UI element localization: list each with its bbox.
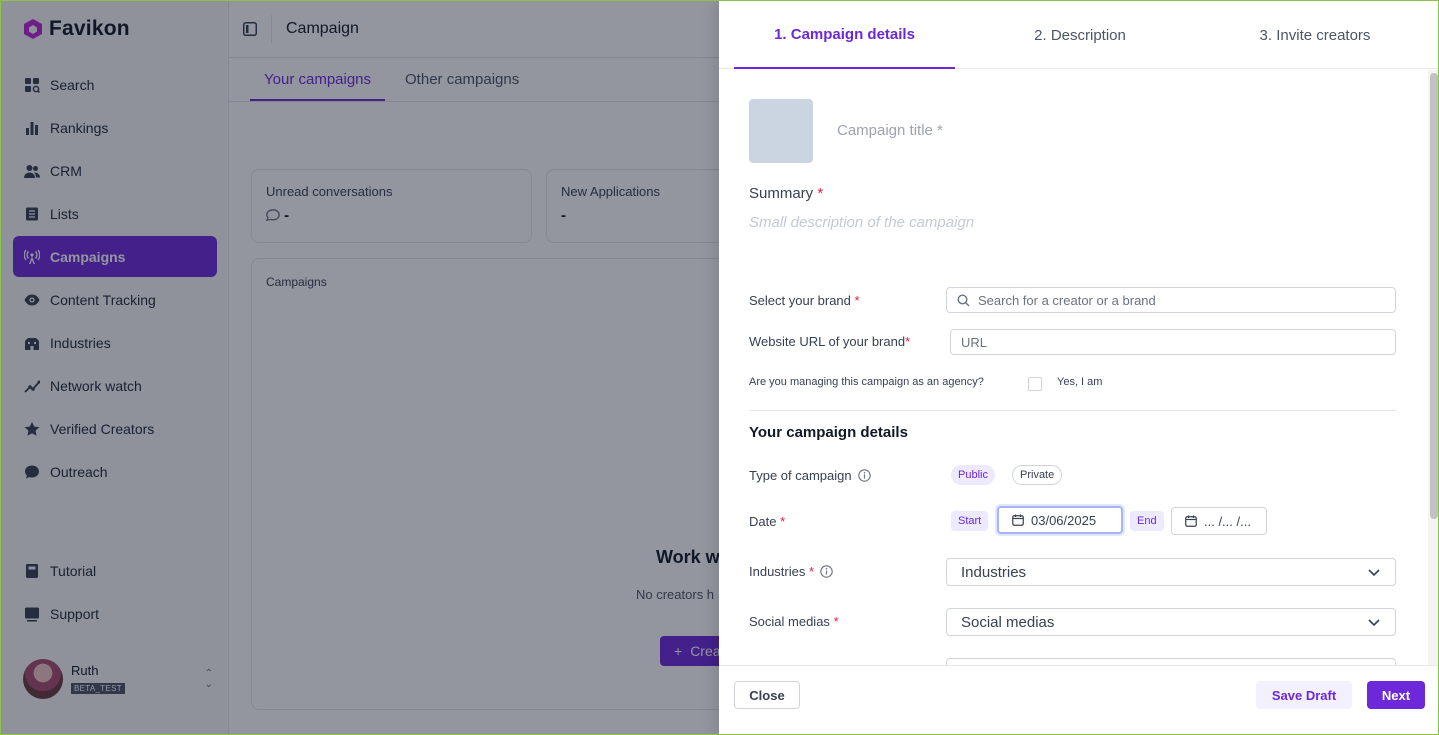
type-label: Type of campaign (749, 468, 871, 483)
app-window: Favikon Search Rankings CRM Lists Campai… (0, 0, 1439, 735)
section-title: Your campaign details (749, 424, 908, 441)
social-medias-select[interactable]: Social medias (946, 608, 1396, 636)
campaign-type-private[interactable]: Private (1012, 465, 1063, 485)
scrollbar-thumb[interactable] (1430, 73, 1438, 519)
search-icon (957, 293, 970, 306)
stepper: 1. Campaign details 2. Description 3. In… (719, 1, 1438, 69)
brand-label-text: Select your brand (749, 293, 851, 308)
required-marker: * (817, 185, 824, 202)
end-date-value: ... /... /... (1204, 513, 1251, 529)
required-marker: * (809, 564, 815, 579)
drawer-form: Summary * Select your brand * Website UR… (719, 70, 1438, 665)
step-campaign-details[interactable]: 1. Campaign details (734, 1, 955, 69)
close-button[interactable]: Close (734, 681, 800, 709)
step-invite-creators[interactable]: 3. Invite creators (1205, 1, 1425, 69)
save-draft-button[interactable]: Save Draft (1256, 681, 1352, 709)
date-label: Date * (749, 514, 785, 529)
website-label: Website URL of your brand* (749, 334, 910, 349)
calendar-icon (1012, 514, 1024, 526)
date-end-tag: End (1130, 511, 1164, 531)
social-medias-select-value: Social medias (961, 613, 1055, 631)
chevron-down-icon (1368, 569, 1380, 577)
campaign-type-public[interactable]: Public (951, 465, 995, 485)
industries-label-text: Industries (749, 564, 806, 579)
campaign-title-input[interactable] (837, 118, 1337, 142)
brand-search-input[interactable] (978, 292, 1378, 308)
industries-select[interactable]: Industries (946, 558, 1396, 586)
required-marker: * (905, 334, 911, 349)
agency-question: Are you managing this campaign as an age… (749, 376, 984, 388)
next-field-partial[interactable] (946, 658, 1396, 665)
summary-label-text: Summary (749, 185, 814, 202)
type-label-text: Type of campaign (749, 468, 852, 483)
social-label: Social medias * (749, 614, 839, 629)
brand-label: Select your brand * (749, 293, 860, 308)
summary-label: Summary * (749, 185, 823, 202)
website-label-text: Website URL of your brand (749, 334, 906, 349)
calendar-icon (1185, 515, 1197, 527)
start-date-value: 03/06/2025 (1031, 512, 1097, 528)
end-date-picker[interactable]: ... /... /... (1171, 507, 1267, 535)
info-icon[interactable] (857, 469, 871, 482)
industries-label: Industries * (749, 564, 833, 579)
summary-textarea[interactable] (749, 214, 1389, 254)
create-campaign-drawer: 1. Campaign details 2. Description 3. In… (719, 1, 1438, 734)
chevron-down-icon (1368, 619, 1380, 627)
step-description[interactable]: 2. Description (955, 1, 1205, 69)
section-divider (749, 410, 1396, 411)
website-url-input[interactable] (961, 334, 1361, 350)
date-start-tag: Start (951, 511, 989, 531)
agency-yes-label: Yes, I am (1057, 376, 1103, 388)
social-label-text: Social medias (749, 614, 830, 629)
industries-select-value: Industries (961, 563, 1027, 581)
campaign-image-upload[interactable] (749, 99, 813, 163)
start-date-picker[interactable]: 03/06/2025 (997, 506, 1123, 534)
required-marker: * (854, 293, 860, 308)
next-button[interactable]: Next (1367, 681, 1425, 709)
date-label-text: Date (749, 514, 777, 529)
website-url-field[interactable] (950, 329, 1396, 355)
brand-search-field[interactable] (946, 287, 1396, 313)
required-marker: * (780, 514, 786, 529)
info-icon[interactable] (820, 565, 833, 578)
drawer-footer: Close Save Draft Next (719, 665, 1438, 734)
required-marker: * (833, 614, 839, 629)
agency-checkbox[interactable] (1028, 377, 1042, 391)
